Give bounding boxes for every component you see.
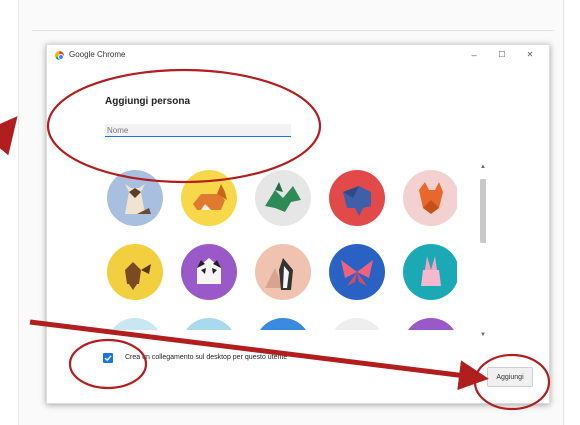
window-title: Google Chrome — [69, 50, 126, 59]
avatar-butterfly[interactable] — [329, 244, 385, 300]
maximize-button[interactable]: ☐ — [493, 48, 511, 62]
avatar-rabbit[interactable] — [403, 244, 457, 300]
avatar-grid — [107, 170, 457, 330]
fox-icon — [403, 170, 457, 226]
avatar-dragon[interactable] — [255, 170, 311, 226]
background-divider — [32, 30, 554, 31]
penguin-icon — [255, 244, 311, 300]
dialog-heading: Aggiungi persona — [105, 96, 190, 107]
basketball-icon — [181, 318, 237, 330]
desktop-shortcut-checkbox[interactable] — [103, 353, 113, 363]
close-button[interactable]: ✕ — [521, 48, 539, 62]
scroll-thumb[interactable] — [480, 179, 486, 243]
avatar-cat[interactable] — [107, 170, 163, 226]
cheese-icon — [403, 318, 457, 330]
unicorn-icon — [107, 318, 163, 330]
avatar-penguin[interactable] — [255, 244, 311, 300]
chrome-logo-icon — [55, 51, 64, 60]
add-button[interactable]: Aggiungi — [487, 367, 533, 387]
name-input[interactable] — [105, 124, 291, 137]
avatar-cheese[interactable] — [403, 318, 457, 330]
avatar-elephant[interactable] — [329, 170, 385, 226]
avatar-basketball[interactable] — [181, 318, 237, 330]
butterfly-icon — [329, 244, 385, 300]
rabbit-icon — [403, 244, 457, 300]
dragon-icon — [255, 170, 311, 226]
title-bar[interactable]: Google Chrome – ☐ ✕ — [47, 45, 549, 67]
avatar-scrollbar[interactable]: ▲ ▼ — [479, 163, 487, 339]
minimize-button[interactable]: – — [465, 48, 483, 62]
avatar-monkey[interactable] — [107, 244, 163, 300]
bicycle-icon — [255, 318, 311, 330]
avatar-unicorn[interactable] — [107, 318, 163, 330]
avatar-corgi[interactable] — [181, 170, 237, 226]
avatar-bird[interactable] — [329, 318, 385, 330]
monkey-icon — [107, 244, 163, 300]
panda-icon — [181, 244, 237, 300]
elephant-icon — [329, 170, 385, 226]
avatar-panda[interactable] — [181, 244, 237, 300]
avatar-fox[interactable] — [403, 170, 457, 226]
corgi-icon — [181, 170, 237, 226]
desktop-shortcut-label: Crea un collegamento sul desktop per que… — [125, 354, 288, 361]
avatar-bicycle[interactable] — [255, 318, 311, 330]
cat-icon — [107, 170, 163, 226]
checkmark-icon — [104, 355, 112, 362]
bird-icon — [329, 318, 385, 330]
scroll-up-icon[interactable]: ▲ — [479, 163, 487, 171]
left-pointer-arrow — [0, 116, 18, 156]
add-person-dialog: Google Chrome – ☐ ✕ Aggiungi persona Nom… — [46, 44, 550, 404]
scroll-down-icon[interactable]: ▼ — [479, 331, 487, 339]
